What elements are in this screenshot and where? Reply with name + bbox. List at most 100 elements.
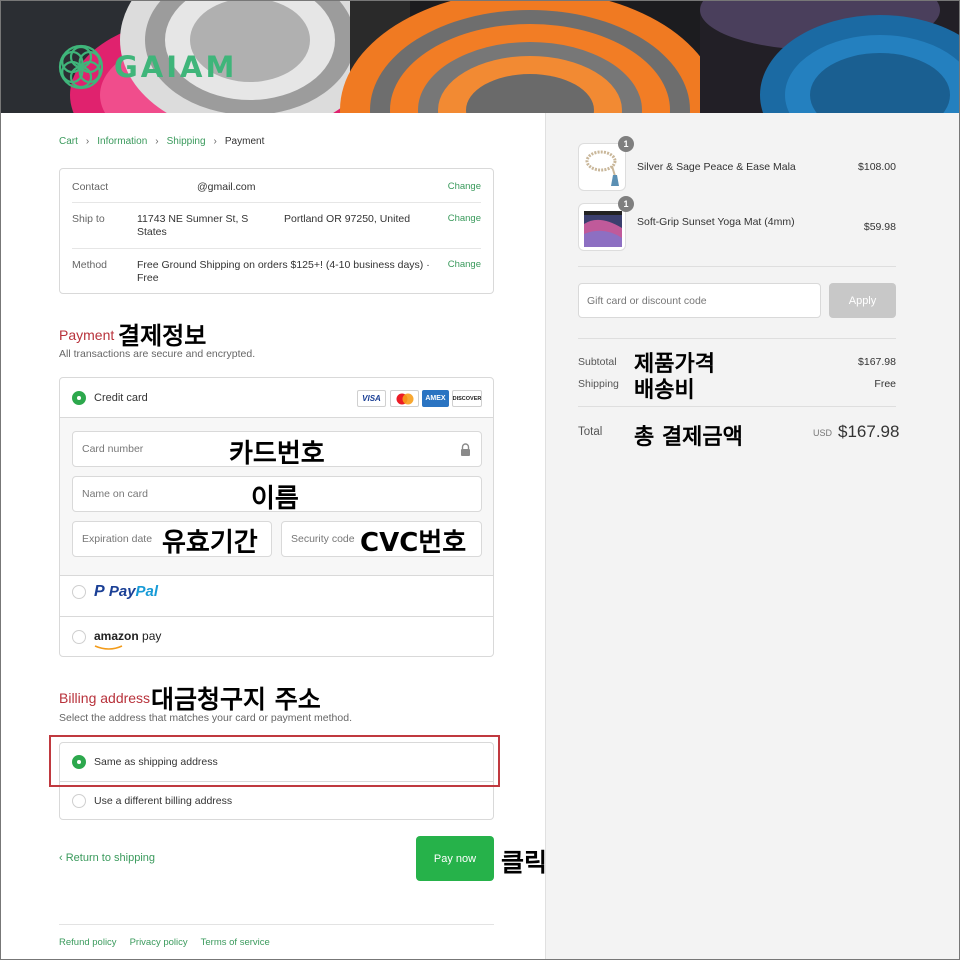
footer-divider [59, 924, 494, 925]
amazon-smile-icon [94, 645, 123, 650]
header-banner: GAIAM [0, 0, 960, 113]
amex-icon: AMEX [422, 390, 449, 407]
breadcrumb-information[interactable]: Information [97, 136, 147, 147]
quantity-badge: 1 [618, 136, 634, 152]
payment-methods-box: Credit card VISA AMEX DISCOVER Card numb… [59, 377, 494, 657]
flower-of-life-icon [58, 44, 104, 90]
product-name: Soft-Grip Sunset Yoga Mat (4mm) [637, 216, 795, 228]
chevron-right-icon: › [213, 136, 217, 147]
product-name: Silver & Sage Peace & Ease Mala [637, 161, 796, 173]
visa-icon: VISA [357, 390, 386, 407]
security-code-placeholder: Security code [291, 533, 355, 545]
credit-card-option[interactable]: Credit card VISA AMEX DISCOVER [60, 378, 493, 418]
method-label: Method [72, 259, 108, 271]
cvc-annotation: CVC번호 [360, 528, 467, 558]
paypal-logo: P PayPal [94, 583, 158, 601]
summary-divider [578, 338, 896, 339]
ship-to-line1: 11743 NE Sumner St, S [137, 213, 249, 225]
paypal-p-icon: P [94, 583, 105, 600]
card-number-placeholder: Card number [82, 443, 144, 455]
yoga-mat-thumbnail [578, 203, 626, 251]
credit-card-radio[interactable] [72, 391, 86, 405]
discount-code-placeholder: Gift card or discount code [587, 295, 707, 307]
method-value: Free Ground Shipping on orders $125+! (4… [137, 259, 430, 271]
contact-value: @gmail.com [197, 181, 256, 193]
summary-divider [578, 406, 896, 407]
different-address-radio[interactable] [72, 794, 86, 808]
divider [72, 202, 481, 203]
product-item: 1 Silver & Sage Peace & Ease Mala $108.0… [578, 136, 896, 193]
total-label: Total [578, 426, 603, 438]
breadcrumb: Cart › Information › Shipping › Payment [59, 136, 264, 147]
privacy-policy-link[interactable]: Privacy policy [130, 937, 188, 948]
product-item: 1 Soft-Grip Sunset Yoga Mat (4mm) $59.98 [578, 196, 896, 253]
ship-to-city: Portland OR 97250, United [284, 213, 411, 225]
ship-to-change-link[interactable]: Change [448, 213, 481, 224]
expiration-annotation: 유효기간 [162, 528, 258, 558]
summary-divider [578, 266, 896, 267]
refund-policy-link[interactable]: Refund policy [59, 937, 117, 948]
breadcrumb-payment: Payment [224, 136, 265, 147]
return-to-shipping-link[interactable]: ‹ Return to shipping [59, 852, 155, 864]
billing-title: Billing address [59, 690, 151, 706]
subtotal-value: $167.98 [858, 356, 896, 368]
mastercard-icon [390, 390, 419, 407]
shipping-annotation: 배송비 [634, 378, 695, 403]
billing-annotation: 대금청구지 주소 [151, 685, 321, 714]
discount-code-input[interactable]: Gift card or discount code [578, 283, 821, 318]
amazon-pay-option[interactable]: amazon pay [60, 616, 493, 656]
paypal-word-a: Pay [108, 583, 136, 600]
mala-thumbnail [578, 143, 626, 191]
terms-of-service-link[interactable]: Terms of service [201, 937, 270, 948]
subtotal-label: Subtotal [578, 356, 617, 368]
chevron-right-icon: › [85, 136, 90, 147]
yoga-mat-image [584, 211, 622, 247]
different-address-label: Use a different billing address [94, 795, 233, 807]
apply-button[interactable]: Apply [829, 283, 896, 318]
paypal-option[interactable]: P PayPal [60, 576, 493, 618]
mala-necklace-image [585, 150, 619, 186]
contact-label: Contact [72, 181, 109, 193]
shipping-value: Free [874, 378, 896, 390]
breadcrumb-shipping[interactable]: Shipping [167, 136, 206, 147]
divider [72, 248, 481, 249]
quantity-badge: 1 [618, 196, 634, 212]
breadcrumb-cart[interactable]: Cart [59, 136, 78, 147]
paypal-word-b: Pal [135, 583, 159, 600]
brand-name: GAIAM [114, 50, 238, 84]
credit-card-label: Credit card [94, 392, 148, 404]
total-value: $167.98 [838, 422, 900, 441]
pay-now-button[interactable]: Pay now [416, 836, 494, 881]
discover-icon: DISCOVER [452, 390, 482, 407]
name-on-card-placeholder: Name on card [82, 488, 148, 500]
payment-title: Payment [59, 327, 115, 343]
amazon-word: amazon [94, 629, 139, 643]
method-price: Free [137, 272, 159, 284]
shipping-label: Shipping [578, 378, 619, 390]
ship-to-label: Ship to [72, 213, 105, 225]
amazon-pay-radio[interactable] [72, 630, 86, 644]
currency-code: USD [813, 428, 833, 438]
payment-subtitle: All transactions are secure and encrypte… [59, 348, 256, 360]
gaiam-logo[interactable]: GAIAM [58, 44, 237, 90]
chevron-right-icon: › [155, 136, 159, 147]
review-info-box: Contact @gmail.com Change Ship to 11743 … [59, 168, 494, 294]
paypal-radio[interactable] [72, 585, 86, 599]
lock-icon [461, 443, 470, 456]
total-annotation: 총 결제금액 [634, 425, 743, 450]
contact-change-link[interactable]: Change [448, 181, 481, 192]
pay-word: pay [138, 629, 162, 643]
expiration-date-placeholder: Expiration date [82, 533, 153, 545]
name-annotation: 이름 [251, 484, 299, 514]
footer-links: Refund policy Privacy policy Terms of se… [59, 937, 270, 948]
payment-annotation: 결제정보 [118, 322, 207, 350]
product-price: $108.00 [858, 161, 896, 173]
amazon-pay-logo: amazon pay [94, 629, 161, 643]
ship-to-line2: States [137, 226, 167, 238]
card-number-annotation: 카드번호 [229, 439, 325, 469]
highlight-box [49, 735, 500, 787]
billing-subtitle: Select the address that matches your car… [59, 712, 352, 724]
method-change-link[interactable]: Change [448, 259, 481, 270]
different-address-option[interactable]: Use a different billing address [60, 782, 493, 821]
click-annotation: 클릭 [501, 848, 548, 877]
